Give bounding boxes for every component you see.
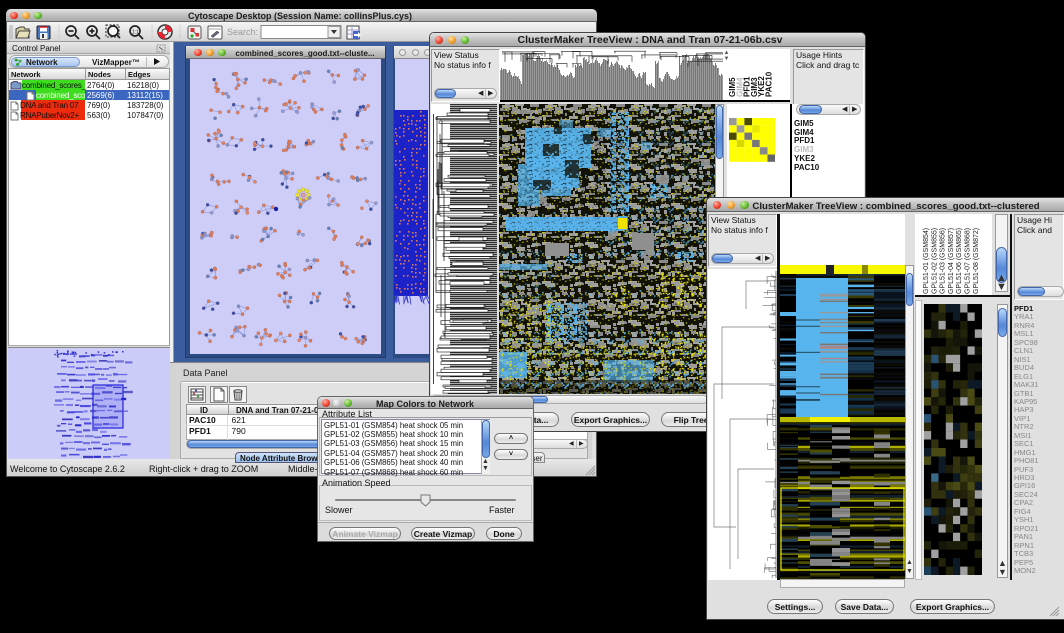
svg-text:GPL51-08 (GSM872): GPL51-08 (GSM872) [973,228,980,294]
svg-text:Search:: Search: [227,27,258,37]
svg-text:GPL51-04 (GSM857): GPL51-04 (GSM857) [948,228,955,294]
svg-text:GPL51-07 (GSM868): GPL51-07 (GSM868) [965,228,972,294]
svg-text:GPL51-03 (GSM856): GPL51-03 (GSM856) [940,228,947,294]
svg-text:1:1: 1:1 [132,30,139,36]
svg-text:GPL51-02 (GSM855): GPL51-02 (GSM855) [931,228,938,294]
svg-text:GPL51-06 (GSM865): GPL51-06 (GSM865) [956,228,963,294]
svg-text:PAC10: PAC10 [765,71,774,97]
svg-text:GPL51-01 (GSM854): GPL51-01 (GSM854) [923,228,930,294]
